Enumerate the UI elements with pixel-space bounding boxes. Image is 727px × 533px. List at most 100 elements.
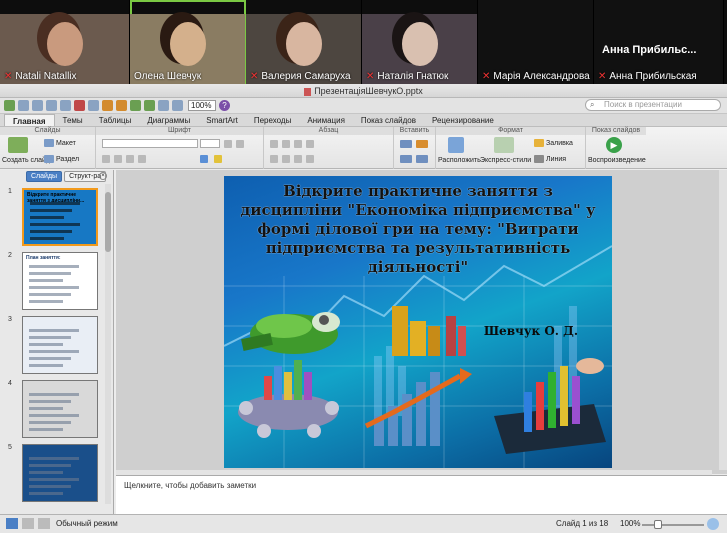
undo-icon[interactable] [130,100,141,111]
coins-illustration [392,306,466,356]
participant-caption: ✕ Марія Александрова [482,71,590,82]
ribbon-tab[interactable]: Таблицы [91,114,140,126]
participant-tile[interactable]: ✕ Наталія Гнатюк [362,0,478,84]
italic-icon[interactable] [114,155,122,163]
notes-pane[interactable]: Щелкните, чтобы добавить заметки [116,475,727,514]
normal-view-icon[interactable] [6,518,18,529]
panel-scrollbar[interactable] [105,184,111,504]
fill-icon [534,139,544,147]
quick-styles-icon[interactable] [494,137,514,153]
thumb-text-line [29,357,71,360]
slide-thumbnail[interactable]: План заняття: [22,252,98,310]
text-color-icon[interactable] [200,155,208,163]
open-icon[interactable] [32,100,43,111]
zoom-slider[interactable] [642,524,704,526]
ribbon-tab[interactable]: Диаграммы [139,114,198,126]
cut-icon[interactable] [74,100,85,111]
align-right-icon[interactable] [294,155,302,163]
slide-title[interactable]: Відкрите практичне заняття з дисципліни … [232,182,604,277]
ribbon-tab[interactable]: Главная [4,114,55,126]
play-button[interactable]: Воспроизведение [588,157,646,164]
print-icon[interactable] [60,100,71,111]
decrease-font-icon[interactable] [236,140,244,148]
ribbon-tab[interactable]: Переходы [246,114,300,126]
participant-tile[interactable]: Олена Шевчук [130,0,246,84]
align-left-icon[interactable] [270,155,278,163]
thumb-text-line [29,457,79,460]
slideshow-view-icon[interactable] [38,518,50,529]
font-name-field[interactable] [102,139,198,148]
ribbon-tab[interactable]: Показ слайдов [353,114,424,126]
search-input[interactable]: ⌕ Поиск в презентации [585,99,721,111]
current-slide[interactable]: Відкрите практичне заняття з дисципліни … [224,176,612,468]
templates-icon[interactable] [18,100,29,111]
view-mode-label: Обычный режим [56,519,118,528]
slideshow-icon[interactable] [158,100,169,111]
text-box-icon[interactable] [400,140,412,148]
zoom-select[interactable]: 100% [188,100,216,111]
ribbon-tab[interactable]: Темы [55,114,91,126]
shapes-icon[interactable] [416,140,428,148]
zoom-slider-knob[interactable] [654,520,662,529]
ribbon-tabs: Главная Темы Таблицы Диаграммы SmartArt Перех… [0,114,727,127]
highlight-icon[interactable] [214,155,222,163]
slide-thumbnail[interactable] [22,380,98,438]
play-icon[interactable]: ▶ [606,137,622,153]
format-painter-icon[interactable] [116,100,127,111]
increase-font-icon[interactable] [224,140,232,148]
copy-icon[interactable] [88,100,99,111]
align-center-icon[interactable] [282,155,290,163]
fill-button[interactable]: Заливка [534,139,573,147]
fit-zoom-icon[interactable] [707,518,719,530]
slide-thumbnail[interactable] [22,444,98,502]
participant-tile[interactable]: ✕ Natali Natallix [0,0,130,84]
bold-icon[interactable] [102,155,110,163]
outdent-icon[interactable] [294,140,302,148]
participant-tile[interactable]: ✕ Валерия Самаруха [246,0,362,84]
numbering-icon[interactable] [282,140,290,148]
help-icon[interactable]: ? [219,100,230,111]
thumb-text-line [30,230,72,233]
participant-tile[interactable]: Анна Прибильс... ✕ Анна Прибильская [594,0,724,84]
font-size-field[interactable] [200,139,220,148]
new-document-icon[interactable] [4,100,15,111]
slide-thumbnail[interactable] [22,316,98,374]
participant-caption: Олена Шевчук [134,71,201,82]
picture-icon[interactable] [400,155,412,163]
slide-number: 2 [8,252,12,259]
justify-icon[interactable] [306,155,314,163]
close-panel-icon[interactable]: × [99,172,107,180]
panel-scroll-thumb[interactable] [105,192,111,252]
fill-label: Заливка [546,139,573,147]
paste-icon[interactable] [102,100,113,111]
notes-placeholder: Щелкните, чтобы добавить заметки [124,481,257,490]
media-icon[interactable] [172,100,183,111]
participant-head [286,22,322,66]
sorter-view-icon[interactable] [22,518,34,529]
thumb-text-line [29,400,71,403]
wordart-icon[interactable] [416,155,428,163]
new-slide-button[interactable]: Создать слайд [2,157,50,164]
quick-styles-button[interactable]: Экспресс-стили [480,157,531,164]
participant-tile[interactable]: ✕ Марія Александрова [478,0,594,84]
section-button[interactable]: Раздел [44,155,79,163]
slide-editor: Відкрите практичне заняття з дисципліни … [116,170,727,474]
indent-icon[interactable] [306,140,314,148]
new-slide-icon[interactable] [8,137,28,153]
strikethrough-icon[interactable] [138,155,146,163]
bullets-icon[interactable] [270,140,278,148]
arrange-button[interactable]: Расположить [438,157,481,164]
slide-vertical-scrollbar[interactable] [719,170,727,470]
tab-slides[interactable]: Слайды [26,171,63,182]
ribbon-tab[interactable]: Анимация [299,114,353,126]
slide-thumbnail[interactable]: Відкрите практичне заняття з дисципліни.… [22,188,98,246]
ribbon-tab[interactable]: SmartArt [198,114,246,126]
redo-icon[interactable] [144,100,155,111]
ribbon-tab[interactable]: Рецензирование [424,114,502,126]
layout-button[interactable]: Макет [44,139,76,147]
underline-icon[interactable] [126,155,134,163]
slide-author[interactable]: Шевчук О. Д. [484,324,578,338]
save-icon[interactable] [46,100,57,111]
line-button[interactable]: Линия [534,155,566,163]
arrange-icon[interactable] [448,137,464,153]
